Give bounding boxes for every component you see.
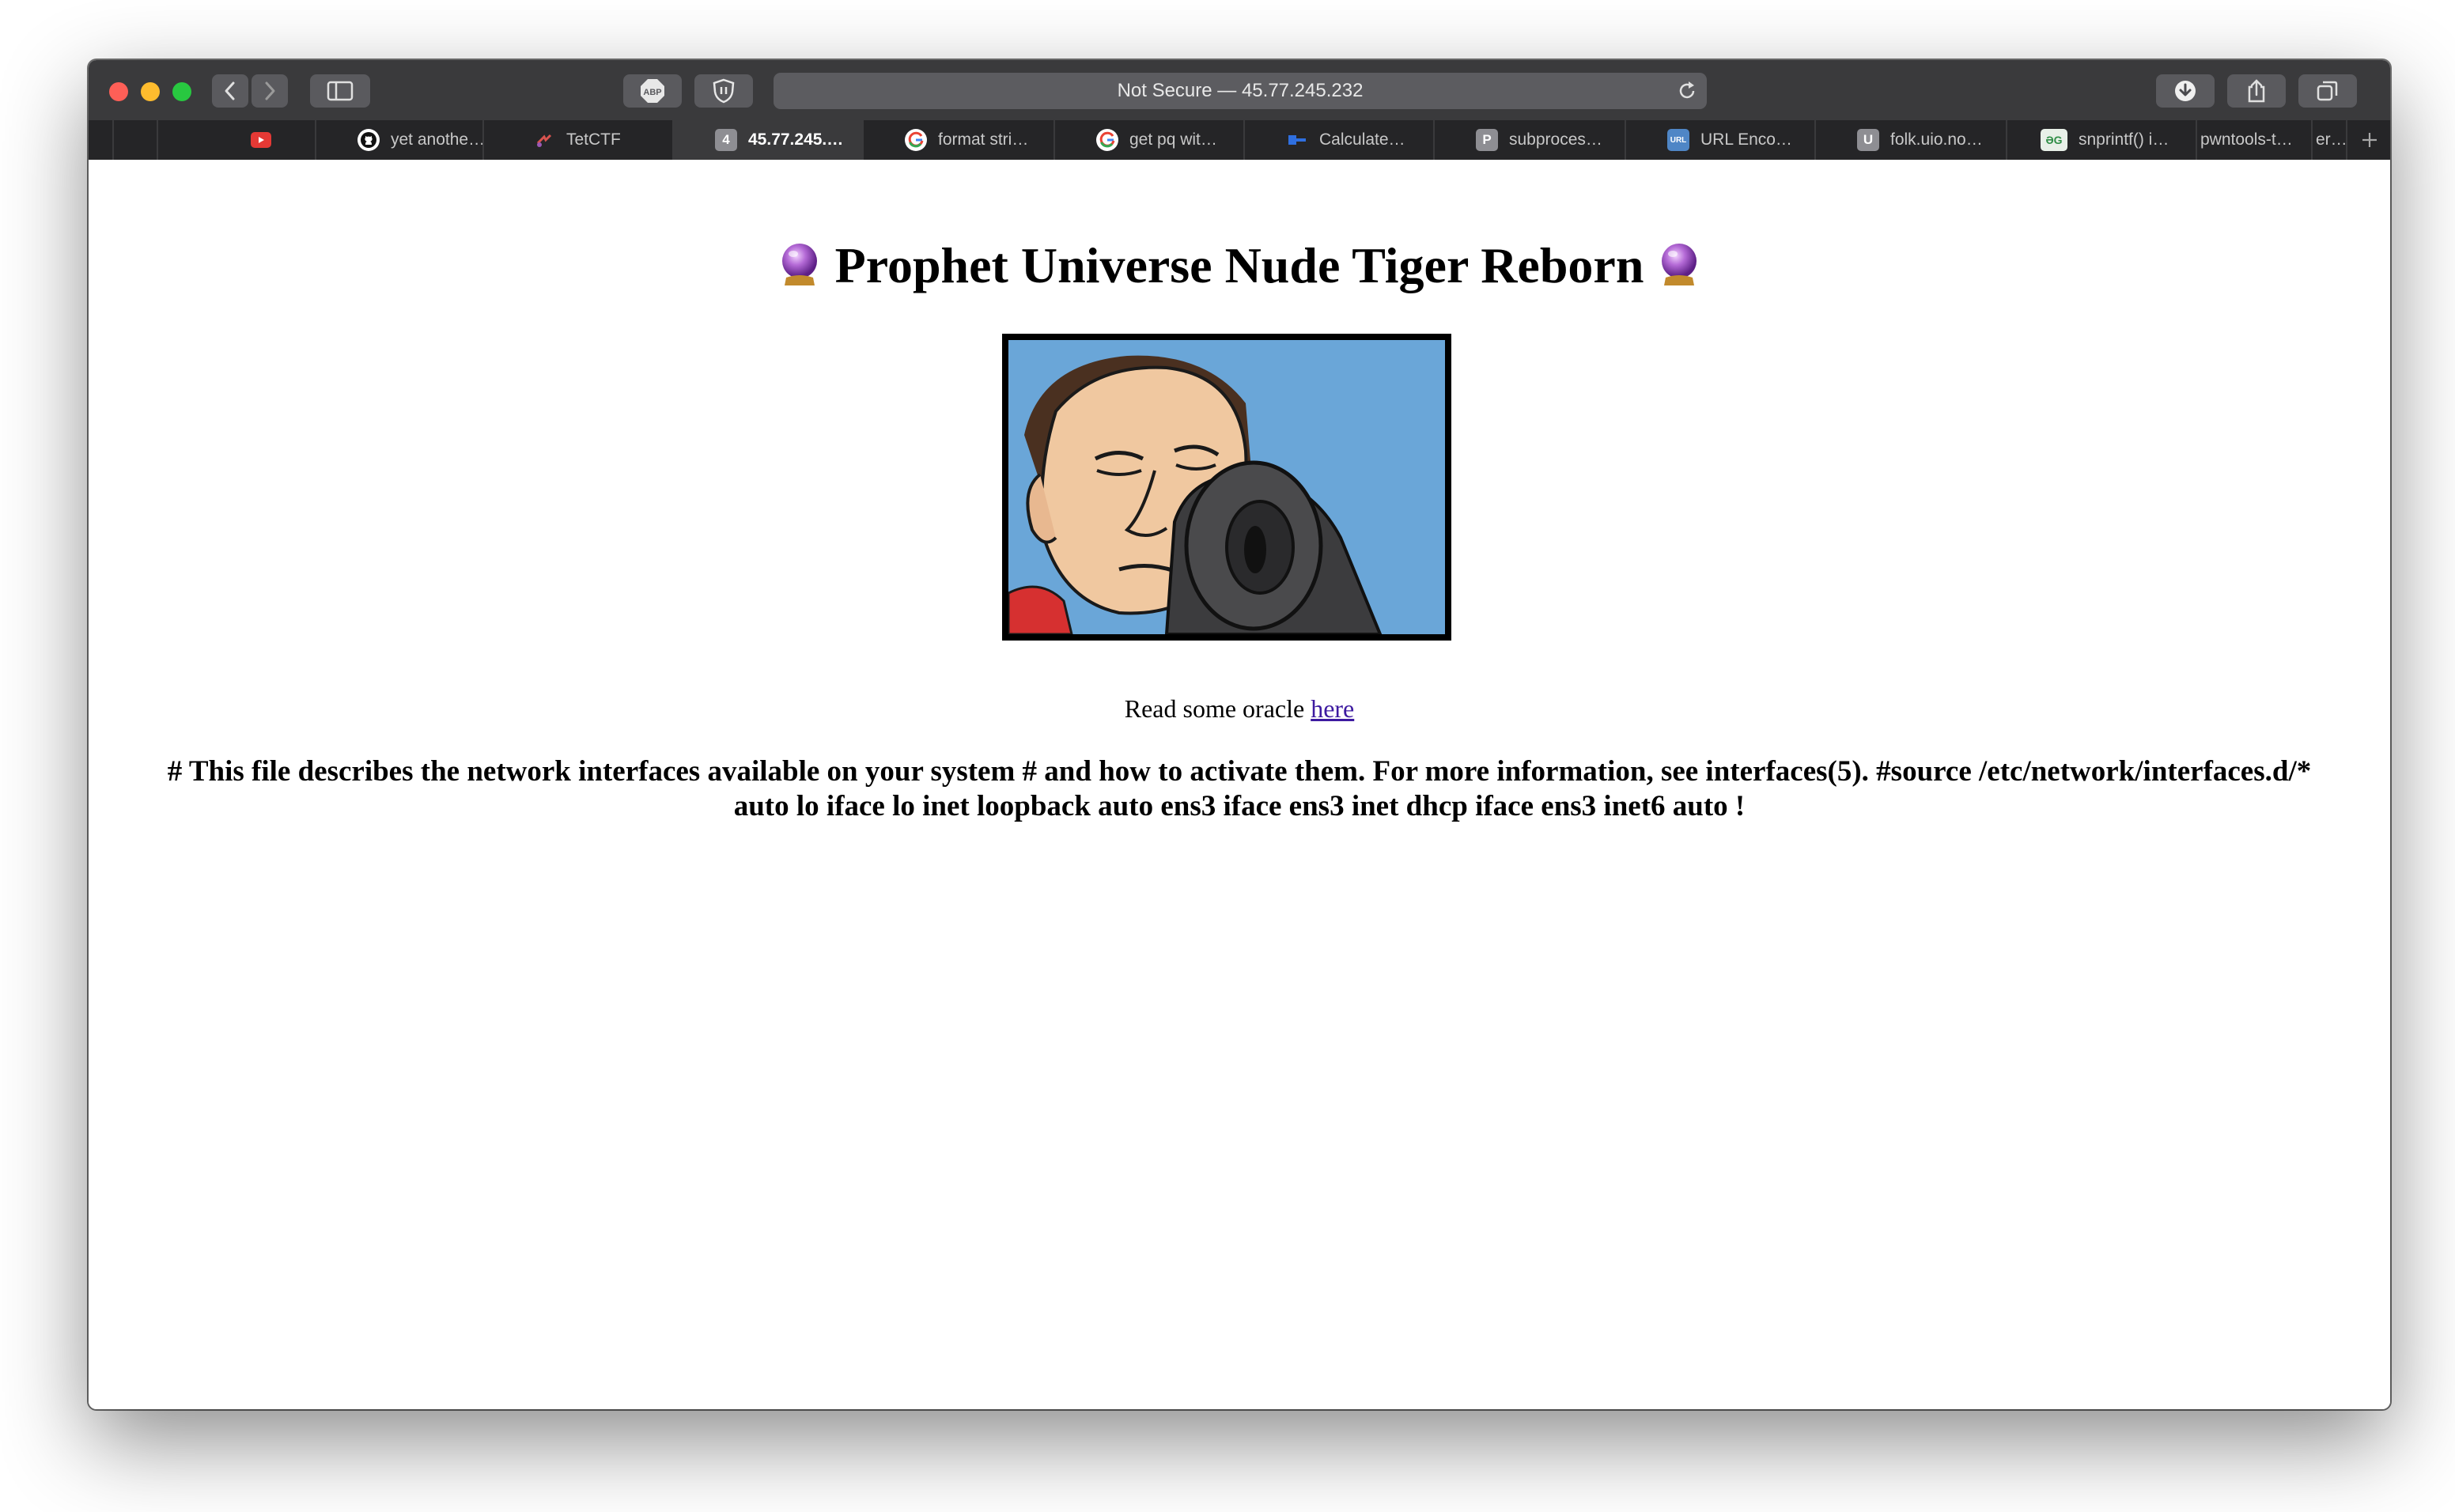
- browser-toolbar: ABP Not Secure — 45.77.245.232: [89, 60, 2390, 122]
- file-contents-line: auto lo iface lo inet loopback auto ens3…: [733, 790, 1746, 822]
- oracle-link[interactable]: here: [1311, 694, 1354, 723]
- chevron-left-icon: [225, 81, 235, 100]
- share-icon: [2248, 79, 2265, 103]
- address-text: Not Secure — 45.77.245.232: [1117, 80, 1364, 101]
- adblock-button[interactable]: ABP: [623, 74, 682, 108]
- tab-url-encode[interactable]: URL URL Enco…: [1625, 120, 1814, 160]
- page-title: Prophet Universe Nude Tiger Reborn: [834, 237, 1644, 293]
- tab-label: TetCTF: [566, 130, 621, 149]
- minimize-window-button[interactable]: [141, 82, 160, 101]
- reload-icon[interactable]: [1677, 81, 1697, 101]
- svg-text:ABP: ABP: [643, 88, 661, 97]
- google-icon: [1096, 129, 1118, 151]
- chevron-right-icon: [265, 81, 275, 100]
- man-with-cannon-illustration: [1008, 340, 1445, 634]
- calculator-icon: [1286, 129, 1308, 151]
- tab-label: 45.77.245.…: [748, 130, 844, 149]
- tab-youtube[interactable]: [157, 120, 316, 160]
- plus-icon: [2362, 133, 2377, 147]
- address-bar[interactable]: Not Secure — 45.77.245.232: [774, 73, 1707, 109]
- zoom-window-button[interactable]: [172, 82, 191, 101]
- google-icon: [905, 129, 927, 151]
- download-icon: [2175, 81, 2196, 101]
- tab-google-format[interactable]: format stri…: [862, 120, 1053, 160]
- tab-active-site[interactable]: 4 45.77.245.…: [672, 120, 862, 160]
- tab-snprintf[interactable]: ƏG snprintf() i…: [2006, 120, 2196, 160]
- tab-label: URL Enco…: [1700, 130, 1792, 149]
- tab-tetctf[interactable]: TetCTF: [482, 120, 672, 160]
- number-badge-icon: 4: [715, 129, 737, 151]
- back-button[interactable]: [212, 74, 248, 108]
- browser-window: ABP Not Secure — 45.77.245.232 yet anoth…: [89, 60, 2390, 1409]
- sidebar-icon: [327, 81, 354, 101]
- share-button[interactable]: [2227, 74, 2286, 108]
- tab-divider: [112, 120, 114, 160]
- tab-label: yet anothe…: [391, 130, 482, 149]
- new-tab-button[interactable]: [2346, 120, 2390, 160]
- tab-pwntools[interactable]: pwntools-t…: [2196, 120, 2311, 160]
- downloads-button[interactable]: [2156, 74, 2215, 108]
- tabs-overview-icon: [2317, 81, 2338, 101]
- shield-icon: [713, 78, 735, 104]
- page-title-heading: Prophet Universe Nude Tiger Reborn: [89, 236, 2390, 296]
- crystal-ball-icon: [781, 244, 817, 285]
- comic-illustration: [1002, 334, 1451, 641]
- file-contents-line: # This file describes the network interf…: [167, 755, 2312, 788]
- tab-google-pq[interactable]: get pq wit…: [1053, 120, 1243, 160]
- tab-label: subproces…: [1509, 130, 1602, 149]
- tab-folk-uio[interactable]: U folk.uio.no…: [1814, 120, 2006, 160]
- letter-icon: P: [1476, 129, 1498, 151]
- tab-label: format stri…: [938, 130, 1029, 149]
- youtube-icon: [251, 132, 271, 148]
- tab-calculate[interactable]: Calculate…: [1243, 120, 1433, 160]
- tab-overview-button[interactable]: [2298, 74, 2357, 108]
- url-icon: URL: [1667, 129, 1689, 151]
- github-icon: [357, 129, 380, 151]
- tab-label: snprintf() i…: [2079, 130, 2169, 149]
- page-content: Prophet Universe Nude Tiger Reborn Read …: [89, 160, 2390, 1409]
- geeksforgeeks-icon: ƏG: [2041, 129, 2067, 151]
- tab-github[interactable]: yet anothe…: [315, 120, 482, 160]
- sidebar-button[interactable]: [310, 74, 370, 108]
- privacy-shield-button[interactable]: [694, 74, 753, 108]
- tab-subprocess[interactable]: P subproces…: [1433, 120, 1625, 160]
- crystal-ball-icon: [1662, 244, 1697, 285]
- tab-label: pwntools-t…: [2200, 130, 2293, 149]
- file-contents: # This file describes the network interf…: [112, 754, 2366, 824]
- tab-bar: yet anothe… TetCTF 4 45.77.245.… format …: [89, 120, 2390, 161]
- tetctf-icon: [533, 129, 555, 151]
- forward-button[interactable]: [252, 74, 288, 108]
- tab-label: er…: [2316, 130, 2347, 149]
- letter-icon: U: [1857, 129, 1879, 151]
- tab-label: Calculate…: [1319, 130, 1405, 149]
- tab-label: get pq wit…: [1129, 130, 1217, 149]
- oracle-text: Read some oracle: [1124, 694, 1311, 723]
- adblock-icon: ABP: [641, 79, 664, 103]
- close-window-button[interactable]: [109, 82, 128, 101]
- tab-label: folk.uio.no…: [1890, 130, 1983, 149]
- oracle-paragraph: Read some oracle here: [89, 694, 2390, 724]
